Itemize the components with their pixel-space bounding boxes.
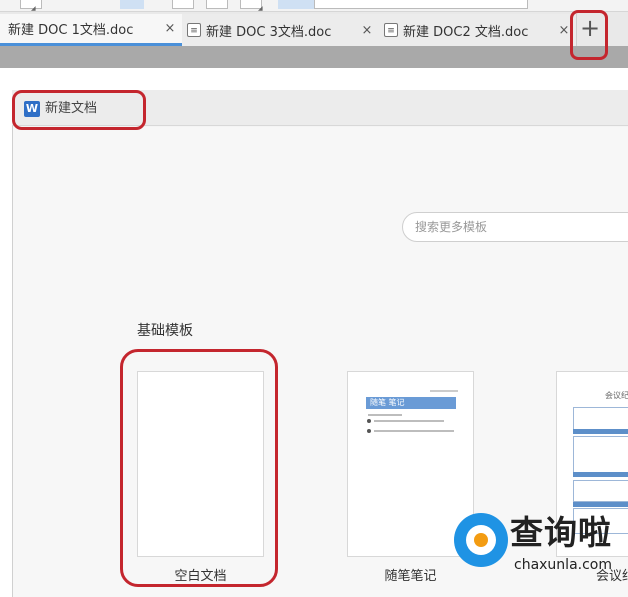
ribbon-control[interactable]	[314, 0, 528, 9]
preview-bar	[573, 502, 628, 507]
close-icon[interactable]: ×	[359, 23, 375, 38]
tab-doc-1[interactable]: 新建 DOC 1文档.doc ×	[0, 14, 183, 46]
ribbon-strip: ◢ ◢	[0, 0, 628, 12]
preview-table	[573, 407, 628, 431]
highlight-annotation	[570, 10, 608, 60]
highlight-annotation	[12, 90, 146, 130]
ribbon-control[interactable]	[172, 0, 194, 9]
tab-doc-2[interactable]: ≡ 新建 DOC2 文档.doc ×	[379, 14, 577, 46]
ribbon-control[interactable]	[120, 0, 144, 9]
preview-bar	[573, 429, 628, 434]
watermark-domain: chaxunla.com	[514, 557, 612, 573]
bullet-icon	[367, 419, 371, 423]
section-heading: 基础模板	[137, 323, 193, 339]
ribbon-control[interactable]	[206, 0, 228, 9]
tab-label: 新建 DOC2 文档.doc	[403, 24, 529, 40]
tab-bar: 新建 DOC 1文档.doc × ≡ 新建 DOC 3文档.doc × ≡ 新建…	[0, 12, 628, 46]
tab-label: 新建 DOC 3文档.doc	[206, 24, 332, 40]
doc-icon: ≡	[384, 23, 398, 37]
preview-line	[374, 420, 444, 422]
highlight-annotation	[120, 349, 278, 587]
preview-line	[368, 414, 402, 416]
watermark-logo-icon	[474, 533, 488, 547]
template-caption: 随笔笔记	[384, 569, 437, 584]
toolbar-divider	[0, 46, 628, 68]
preview-table	[573, 480, 628, 502]
watermark-text: 查询啦	[510, 513, 612, 552]
preview-line	[430, 390, 458, 392]
template-search-input[interactable]: 搜索更多模板	[402, 212, 628, 242]
close-icon[interactable]: ×	[162, 21, 178, 36]
ribbon-control[interactable]	[278, 0, 316, 9]
template-preview-header: 会议纪	[605, 391, 628, 400]
tab-doc-3[interactable]: ≡ 新建 DOC 3文档.doc ×	[182, 14, 380, 46]
doc-icon: ≡	[187, 23, 201, 37]
bullet-icon	[367, 429, 371, 433]
preview-table	[573, 436, 628, 474]
preview-line	[374, 430, 454, 432]
tab-label: 新建 DOC 1文档.doc	[8, 23, 134, 38]
template-preview-banner: 随笔 笔记	[366, 397, 456, 409]
preview-bar	[573, 472, 628, 477]
